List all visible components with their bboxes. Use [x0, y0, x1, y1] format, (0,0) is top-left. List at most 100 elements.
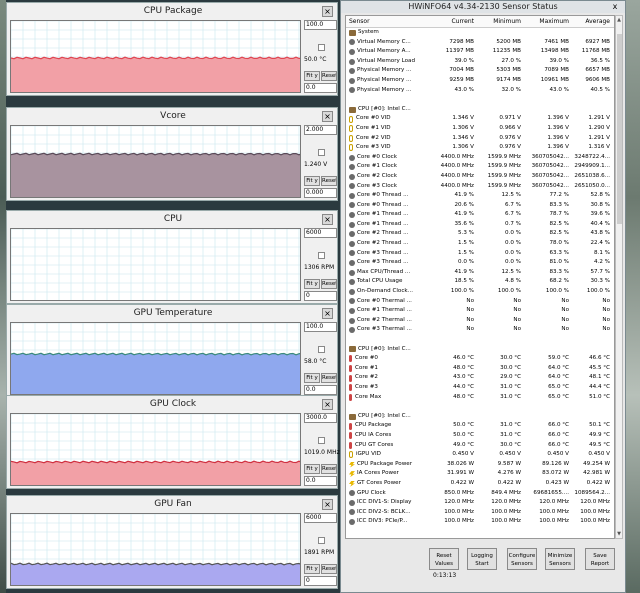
fit-y-button[interactable]: Fit y [304, 464, 320, 474]
sensor-row[interactable]: Core #1 Thread ... 35.6 % 0.7 % 82.5 % 4… [346, 220, 614, 230]
sensor-row[interactable]: GPU Clock 850.0 MHz 849.4 MHz 69681655..… [346, 489, 614, 499]
sensor-row[interactable]: Core #3 Thermal ... No No No No [346, 325, 614, 335]
sensor-row[interactable]: Core #1 Thread ... 41.9 % 6.7 % 78.7 % 3… [346, 210, 614, 220]
sensor-row[interactable]: CPU Package 50.0 °C 31.0 °C 66.0 °C 50.1… [346, 421, 614, 431]
column-header-average[interactable]: Average [569, 16, 612, 27]
sensor-row[interactable]: Core #3 Clock 4400.0 MHz 1599.9 MHz 3607… [346, 182, 614, 192]
sensor-row[interactable]: Physical Memory ... 9259 MB 9174 MB 1096… [346, 76, 614, 86]
sensor-row[interactable]: Physical Memory ... 7004 MB 5303 MB 7089… [346, 66, 614, 76]
sensor-row[interactable]: Virtual Memory A... 11397 MB 11235 MB 13… [346, 47, 614, 57]
graph-max-field[interactable]: 100.0 [304, 20, 337, 30]
sensor-row[interactable]: Core #3 44.0 °C 31.0 °C 65.0 °C 44.4 °C [346, 383, 614, 393]
sensor-row[interactable]: Core #2 Thermal ... No No No No [346, 316, 614, 326]
sensor-list[interactable]: Sensor Current Minimum Maximum Average S… [345, 15, 615, 539]
sensor-row[interactable]: Core #0 Thread ... 20.6 % 6.7 % 83.3 % 3… [346, 201, 614, 211]
reset-button[interactable]: Reset [321, 564, 337, 574]
reset-button[interactable]: Reset [321, 464, 337, 474]
sensor-row[interactable]: Core #0 46.0 °C 30.0 °C 59.0 °C 46.6 °C [346, 354, 614, 364]
reset-button[interactable]: Reset [321, 176, 337, 186]
sensor-row[interactable]: Core #1 Clock 4400.0 MHz 1599.9 MHz 3607… [346, 162, 614, 172]
close-icon[interactable]: × [322, 308, 333, 319]
graph-autoscale-checkbox[interactable] [318, 437, 325, 444]
close-icon[interactable]: x [609, 2, 621, 12]
sensor-row[interactable]: Core #2 VID 1.346 V 0.976 V 1.396 V 1.29… [346, 134, 614, 144]
sensor-row[interactable]: CPU IA Cores 50.0 °C 31.0 °C 66.0 °C 49.… [346, 431, 614, 441]
graph-min-field[interactable]: 0.000 [304, 188, 337, 198]
graph-autoscale-checkbox[interactable] [318, 149, 325, 156]
fit-y-button[interactable]: Fit y [304, 176, 320, 186]
logging-start-button[interactable]: Logging Start [467, 548, 497, 570]
sensor-row[interactable]: Core #3 Thread ... 0.0 % 0.0 % 81.0 % 4.… [346, 258, 614, 268]
sensor-row[interactable]: Physical Memory ... 43.0 % 32.0 % 43.0 %… [346, 86, 614, 96]
sensor-row[interactable]: Virtual Memory Load 39.0 % 27.0 % 39.0 %… [346, 57, 614, 67]
fit-y-button[interactable]: Fit y [304, 279, 320, 289]
sensor-row[interactable]: ICC DIV2-S: BCLK... 100.0 MHz 100.0 MHz … [346, 508, 614, 518]
reset-values-button[interactable]: Reset Values [429, 548, 459, 570]
vertical-scrollbar[interactable]: ▲ ▼ [615, 15, 623, 539]
graph-autoscale-checkbox[interactable] [318, 537, 325, 544]
sensor-row[interactable]: ICC DIV3: PCIe/P... 100.0 MHz 100.0 MHz … [346, 517, 614, 527]
graph-max-field[interactable]: 100.0 [304, 322, 337, 332]
sensor-row[interactable]: Core Max 48.0 °C 31.0 °C 65.0 °C 51.0 °C [346, 393, 614, 403]
reset-button[interactable]: Reset [321, 71, 337, 81]
sensor-row[interactable]: Core #1 48.0 °C 30.0 °C 64.0 °C 45.5 °C [346, 364, 614, 374]
sensor-row[interactable]: Core #2 43.0 °C 29.0 °C 64.0 °C 48.1 °C [346, 373, 614, 383]
graph-autoscale-checkbox[interactable] [318, 346, 325, 353]
sensor-row[interactable]: On-Demand Clock... 100.0 % 100.0 % 100.0… [346, 287, 614, 297]
sensor-row[interactable]: Total CPU Usage 18.5 % 4.8 % 68.2 % 30.3… [346, 277, 614, 287]
graph-min-field[interactable]: 0.0 [304, 83, 337, 93]
graph-max-field[interactable]: 2.000 [304, 125, 337, 135]
fit-y-button[interactable]: Fit y [304, 71, 320, 81]
close-icon[interactable]: × [322, 499, 333, 510]
sensor-group-header[interactable]: CPU [#0]: Intel C... [346, 105, 614, 115]
graph-min-field[interactable]: 0 [304, 576, 337, 586]
sensor-group-header[interactable]: CPU [#0]: Intel C... [346, 412, 614, 422]
sensor-row[interactable]: Core #0 Clock 4400.0 MHz 1599.9 MHz 3607… [346, 153, 614, 163]
sensor-row[interactable]: Core #0 Thermal ... No No No No [346, 297, 614, 307]
column-header-current[interactable]: Current [426, 16, 474, 27]
sensor-row[interactable]: GT Cores Power 0.422 W 0.422 W 0.423 W 0… [346, 479, 614, 489]
sensor-group-header[interactable]: System [346, 28, 614, 38]
column-header-minimum[interactable]: Minimum [474, 16, 521, 27]
close-icon[interactable]: × [322, 214, 333, 225]
sensor-row[interactable]: Core #1 Thermal ... No No No No [346, 306, 614, 316]
configure-sensors-button[interactable]: Configure Sensors [507, 548, 537, 570]
graph-max-field[interactable]: 6000 [304, 513, 337, 523]
column-header-sensor[interactable]: Sensor [346, 16, 426, 27]
graph-min-field[interactable]: 0 [304, 291, 337, 301]
sensor-row[interactable]: Core #3 VID 1.306 V 0.976 V 1.396 V 1.31… [346, 143, 614, 153]
scroll-down-arrow-icon[interactable]: ▼ [616, 530, 622, 538]
sensor-row[interactable]: Max CPU/Thread ... 41.9 % 12.5 % 83.3 % … [346, 268, 614, 278]
close-icon[interactable]: × [322, 399, 333, 410]
fit-y-button[interactable]: Fit y [304, 373, 320, 383]
sensor-row[interactable]: CPU Package Power 38.026 W 9.587 W 89.12… [346, 460, 614, 470]
sensor-row[interactable]: Core #1 VID 1.306 V 0.966 V 1.396 V 1.29… [346, 124, 614, 134]
sensor-row[interactable]: CPU GT Cores 49.0 °C 30.0 °C 66.0 °C 49.… [346, 441, 614, 451]
sensor-row[interactable]: Core #0 VID 1.346 V 0.971 V 1.396 V 1.29… [346, 114, 614, 124]
minimize-sensors-button[interactable]: Minimize Sensors [545, 548, 575, 570]
scrollbar-thumb[interactable] [617, 34, 622, 224]
close-icon[interactable]: × [322, 111, 333, 122]
close-icon[interactable]: × [322, 6, 333, 17]
graph-max-field[interactable]: 6000 [304, 228, 337, 238]
sensor-row[interactable]: Core #2 Clock 4400.0 MHz 1599.9 MHz 3607… [346, 172, 614, 182]
reset-button[interactable]: Reset [321, 373, 337, 383]
column-header-maximum[interactable]: Maximum [521, 16, 569, 27]
reset-button[interactable]: Reset [321, 279, 337, 289]
graph-min-field[interactable]: 0.0 [304, 476, 337, 486]
sensor-row[interactable]: Virtual Memory C... 7298 MB 5200 MB 7461… [346, 38, 614, 48]
sensor-row[interactable]: Core #2 Thread ... 1.5 % 0.0 % 78.0 % 22… [346, 239, 614, 249]
fit-y-button[interactable]: Fit y [304, 564, 320, 574]
sensor-row[interactable]: Core #3 Thread ... 1.5 % 0.0 % 63.3 % 8.… [346, 249, 614, 259]
graph-max-field[interactable]: 3000.0 [304, 413, 337, 423]
sensor-row[interactable]: iGPU VID 0.450 V 0.450 V 0.450 V 0.450 V [346, 450, 614, 460]
graph-min-field[interactable]: 0.0 [304, 385, 337, 395]
sensor-group-header[interactable]: CPU [#0]: Intel C... [346, 345, 614, 355]
sensor-row[interactable]: IA Cores Power 31.991 W 4.276 W 83.072 W… [346, 469, 614, 479]
scroll-up-arrow-icon[interactable]: ▲ [616, 16, 622, 24]
sensor-row[interactable]: Core #0 Thread ... 41.9 % 12.5 % 77.2 % … [346, 191, 614, 201]
sensor-row[interactable]: Core #2 Thread ... 5.3 % 0.0 % 82.5 % 43… [346, 229, 614, 239]
sensor-row[interactable]: ICC DIV1-S: Display 120.0 MHz 120.0 MHz … [346, 498, 614, 508]
graph-autoscale-checkbox[interactable] [318, 252, 325, 259]
save-report-button[interactable]: Save Report [585, 548, 615, 570]
